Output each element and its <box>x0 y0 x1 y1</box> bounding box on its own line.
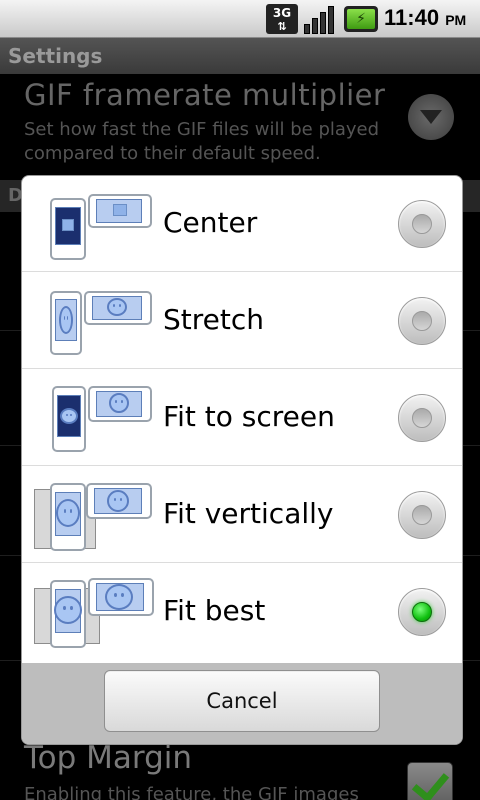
clock-time: 11:40 <box>384 5 440 30</box>
pref-framerate-summary: Set how fast the GIF files will be playe… <box>24 119 380 164</box>
radio-fit-vertically[interactable] <box>398 491 446 539</box>
category-header-label: D <box>8 185 23 206</box>
signal-strength-icon <box>304 4 338 34</box>
clock-ampm: PM <box>445 12 467 28</box>
dialog-footer: Cancel <box>22 663 462 744</box>
pref-top-margin-title: Top Margin <box>24 740 193 776</box>
cancel-button[interactable]: Cancel <box>104 670 380 732</box>
radio-center[interactable] <box>398 200 446 248</box>
option-stretch[interactable]: Stretch <box>22 273 462 369</box>
status-clock: 11:40 PM <box>384 5 466 31</box>
option-center[interactable]: Center <box>22 176 462 272</box>
option-fit-vertically[interactable]: Fit vertically <box>22 467 462 563</box>
radio-fit-best-selected[interactable] <box>398 588 446 636</box>
option-label: Fit best <box>163 594 266 627</box>
3g-data-icon: 3G ⇅ <box>266 4 298 34</box>
top-margin-checkbox[interactable] <box>407 762 453 800</box>
pref-framerate-title: GIF framerate multiplier <box>24 78 386 112</box>
fit-best-illustration-icon <box>22 564 162 660</box>
option-fit-best[interactable]: Fit best <box>22 564 462 660</box>
option-label: Fit vertically <box>163 497 334 530</box>
status-bar: 3G ⇅ ⚡ 11:40 PM <box>0 0 480 38</box>
page-title: Settings <box>8 44 103 68</box>
stretch-illustration-icon <box>22 273 162 369</box>
option-label: Fit to screen <box>163 400 335 433</box>
option-label: Center <box>163 206 258 239</box>
pref-top-margin-summary: Enabling this feature, the GIF images <box>24 784 359 800</box>
option-label: Stretch <box>163 303 264 336</box>
center-illustration-icon <box>22 176 162 272</box>
display-mode-dialog: Center Stretch Fit to screen Fit vertica… <box>22 176 462 744</box>
radio-stretch[interactable] <box>398 297 446 345</box>
battery-charging-icon: ⚡ <box>344 6 378 32</box>
fit-vertically-illustration-icon <box>22 467 162 563</box>
radio-fit-to-screen[interactable] <box>398 394 446 442</box>
dropdown-arrow-icon <box>408 94 454 140</box>
title-bar: Settings <box>0 38 480 74</box>
fit-to-screen-illustration-icon <box>22 370 162 466</box>
option-fit-to-screen[interactable]: Fit to screen <box>22 370 462 466</box>
network-type-label: 3G <box>272 6 292 20</box>
